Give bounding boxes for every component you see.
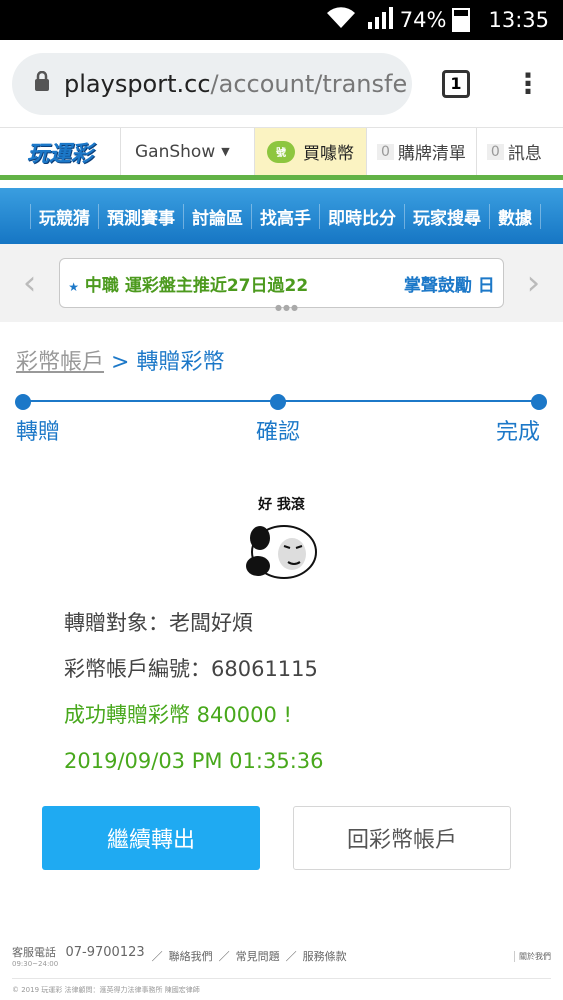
action-buttons: 繼續轉出 回彩幣帳戶 <box>0 806 563 870</box>
nav-item-live-scores[interactable]: 即時比分 <box>320 203 405 229</box>
buy-coins-button[interactable]: 號 買噱幣 <box>254 128 366 175</box>
site-header: 玩運彩 GanShow ▼ 號 買噱幣 0 購牌清單 0 訊息 <box>0 128 563 180</box>
caret-down-icon: ▼ <box>221 145 230 158</box>
url-host: playsport.cc <box>64 69 211 98</box>
breadcrumb: 彩幣帳戶 > 轉贈彩幣 <box>0 322 563 380</box>
browser-toolbar: playsport.cc/account/transfe 1 ⋮ <box>0 40 563 128</box>
continue-transfer-button[interactable]: 繼續轉出 <box>42 806 260 870</box>
meme-sticker: 好 我滾 <box>242 494 322 588</box>
breadcrumb-current: 轉贈彩幣 <box>136 350 225 375</box>
service-phone[interactable]: 07-9700123 <box>66 945 145 960</box>
footer-link-terms[interactable]: 服務條款 <box>303 948 347 964</box>
footer-link-about[interactable]: 關於我們 <box>514 950 551 962</box>
ticker-text-left: 中職 運彩盤主推近27日過22 <box>84 275 309 296</box>
panda-face-icon <box>245 525 317 579</box>
watchlist-label: 購牌清單 <box>397 144 466 164</box>
status-bar: 74% 13:35 <box>0 0 563 40</box>
pager-dots: ●●● <box>275 303 299 312</box>
breadcrumb-coin-account[interactable]: 彩幣帳戶 <box>16 350 104 375</box>
success-message: 成功轉贈彩幣 840000 ! <box>64 703 292 727</box>
main-nav: 玩競猜 預測賽事 討論區 找高手 即時比分 玩家搜尋 數據 <box>0 188 563 244</box>
messages-label: 訊息 <box>507 144 542 164</box>
buy-coins-label: 買噱幣 <box>303 144 354 164</box>
browser-menu-button[interactable]: ⋮ <box>514 69 542 97</box>
sticker-caption: 好 我滾 <box>258 497 305 513</box>
address-bar[interactable]: playsport.cc/account/transfe <box>12 52 412 115</box>
recipient-text: 轉贈對象：老闆好煩 <box>64 611 253 635</box>
messages-link[interactable]: 0 訊息 <box>475 128 552 175</box>
service-label: 客服電話 <box>12 946 56 959</box>
breadcrumb-separator: > <box>111 350 130 375</box>
nav-item-forum[interactable]: 討論區 <box>184 203 252 229</box>
news-ticker-area: ‹ ★ 中職 運彩盤主推近27日過22 掌聲鼓勵 日 › ●●● <box>0 244 563 322</box>
back-to-account-button[interactable]: 回彩幣帳戶 <box>293 806 511 870</box>
step-label-confirm: 確認 <box>256 420 301 445</box>
clock: 13:35 <box>488 8 549 32</box>
step-dot-complete <box>531 394 547 410</box>
site-logo[interactable]: 玩運彩 <box>0 128 120 175</box>
chevron-left-icon[interactable]: ‹ <box>0 263 59 303</box>
nav-item-predictions[interactable]: 玩競猜 <box>30 203 99 229</box>
wifi-icon <box>326 6 356 34</box>
transfer-timestamp: 2019/09/03 PM 01:35:36 <box>64 749 324 773</box>
username: GanShow <box>135 141 216 162</box>
star-icon: ★ <box>68 279 79 294</box>
chevron-right-icon[interactable]: › <box>504 263 563 303</box>
nav-item-stats[interactable]: 數據 <box>490 203 541 229</box>
step-dot-transfer <box>15 394 31 410</box>
step-label-complete: 完成 <box>496 420 541 445</box>
lock-icon <box>34 70 50 96</box>
step-label-transfer: 轉贈 <box>16 420 61 445</box>
tab-switcher-button[interactable]: 1 <box>442 69 470 98</box>
nav-item-experts[interactable]: 找高手 <box>252 203 320 229</box>
signal-icon <box>367 6 394 34</box>
service-hours: 09:30~24:00 <box>12 960 59 968</box>
watchlist-count: 0 <box>377 143 394 160</box>
nav-item-matches[interactable]: 預測賽事 <box>99 203 184 229</box>
news-ticker[interactable]: ★ 中職 運彩盤主推近27日過22 掌聲鼓勵 日 <box>59 258 504 308</box>
coin-icon: 號 <box>267 140 295 163</box>
watchlist-link[interactable]: 0 購牌清單 <box>366 128 476 175</box>
ticker-text-right: 掌聲鼓勵 日 <box>403 275 495 296</box>
account-number-text: 彩幣帳戶編號：68061115 <box>64 657 318 681</box>
url-path: /account/transfe <box>210 69 408 98</box>
user-menu[interactable]: GanShow ▼ <box>120 128 254 175</box>
step-dot-confirm <box>270 394 286 410</box>
footer-link-contact[interactable]: 聯絡我們 <box>169 948 213 964</box>
transfer-result: 轉贈對象：老闆好煩 彩幣帳戶編號：68061115 成功轉贈彩幣 840000 … <box>0 600 563 784</box>
nav-item-player-search[interactable]: 玩家搜尋 <box>405 203 490 229</box>
messages-count: 0 <box>486 143 504 160</box>
footer-link-faq[interactable]: 常見問題 <box>236 948 280 964</box>
battery-percent: 74% <box>399 8 447 32</box>
copyright: © 2019 玩運彩 法律顧問：滙英得力法律事務所 陳國宏律師 <box>12 978 551 995</box>
progress-steps: 轉贈 確認 完成 <box>0 394 563 474</box>
battery-icon <box>452 8 471 32</box>
site-footer: 客服電話 07-9700123 09:30~24:00 ／聯絡我們 ／常見問題 … <box>12 945 551 995</box>
